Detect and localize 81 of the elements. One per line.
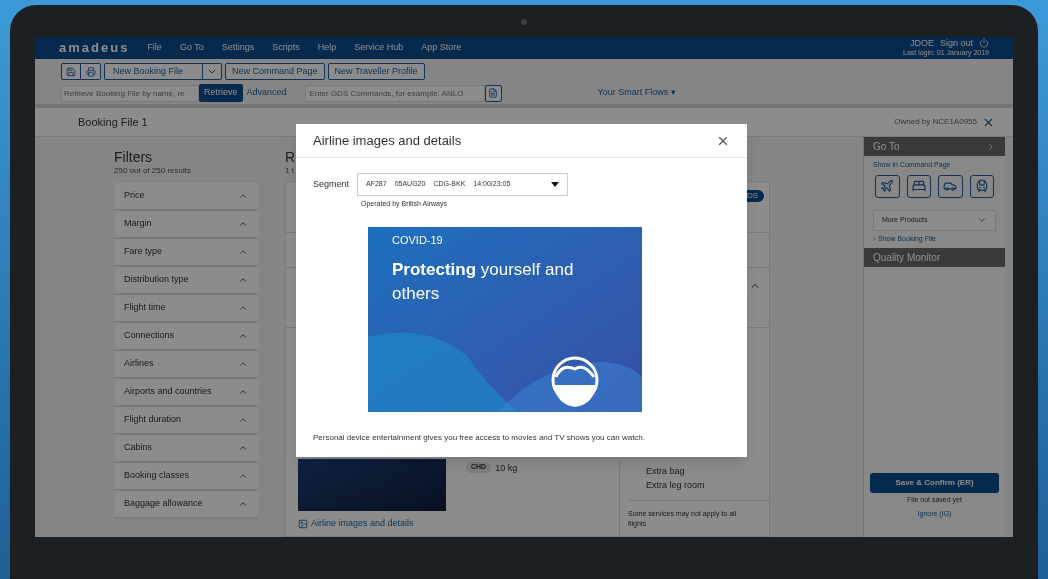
bed-icon (911, 179, 926, 193)
print-button[interactable] (81, 63, 101, 80)
service-item: Extra leg room (645, 479, 706, 492)
airline-images-link[interactable]: Airline images and details (298, 517, 446, 531)
filter-item[interactable]: Airlines (114, 351, 258, 379)
print-icon (85, 66, 96, 77)
chevron-up-icon (238, 219, 248, 229)
menu-item[interactable]: Service Hub (354, 41, 404, 55)
filter-item[interactable]: Baggage allowance (114, 491, 258, 519)
banner-tag: COVID-19 (392, 231, 618, 248)
caret-icon (551, 182, 560, 187)
chevron-up-icon (238, 303, 248, 313)
chevron-up-icon (238, 387, 248, 397)
filters-title: Filters (114, 149, 154, 165)
filter-item[interactable]: Connections (114, 323, 258, 351)
car-icon (943, 179, 958, 193)
segment-label: Segment (313, 177, 350, 191)
quality-monitor-header: Quality Monitor (864, 248, 1005, 267)
product-button[interactable] (969, 174, 994, 198)
filter-item[interactable]: Cabins (114, 435, 258, 463)
image-icon (298, 518, 308, 529)
product-button[interactable] (906, 174, 931, 198)
service-item: Extra bag (645, 465, 686, 478)
chevron-right-icon (871, 235, 878, 243)
chevron-right-icon (986, 141, 996, 152)
smart-flows-link[interactable]: Your Smart Flows ▾ (597, 86, 676, 100)
caret-icon (977, 215, 987, 225)
product-button[interactable] (875, 174, 900, 198)
menu-item[interactable]: Scripts (272, 41, 300, 55)
filter-item[interactable]: Price (114, 183, 258, 211)
menu-item[interactable]: App Store (421, 41, 462, 55)
modal-title: Airline images and details (313, 131, 462, 150)
toolbar-button[interactable]: New Command Page (225, 63, 325, 80)
save-icon-button[interactable] (61, 63, 81, 80)
power-icon[interactable] (979, 38, 989, 48)
filter-item[interactable]: Flight time (114, 295, 258, 323)
menu-item[interactable]: Settings (221, 41, 255, 55)
filter-item[interactable]: Fare type (114, 239, 258, 267)
product-button[interactable] (938, 174, 963, 198)
chevron-up-icon (238, 275, 248, 285)
command-field[interactable]: Enter GDS Commands, for example: ANLO (304, 84, 485, 102)
chevron-up-icon (238, 415, 248, 425)
chevron-up-icon (238, 191, 248, 201)
results-subtitle: 1 t (285, 165, 295, 177)
filter-item[interactable]: Airports and countries (114, 379, 258, 407)
menu-item[interactable]: Go To (179, 41, 204, 55)
results-count: 250 out of 250 results (114, 165, 192, 177)
toolbar-button[interactable]: New Traveller Profile (327, 63, 425, 80)
baggage-value: 10 kg (495, 462, 518, 475)
chevron-up-icon (238, 247, 248, 257)
filter-item[interactable]: Distribution type (114, 267, 258, 295)
camera-icon (521, 19, 527, 25)
logo: amadeus (59, 39, 130, 58)
new-booking-label: New Booking File (105, 64, 203, 79)
advanced-link[interactable]: Advanced (246, 86, 287, 100)
sign-out-link[interactable]: Sign out (939, 38, 973, 48)
menu-item[interactable]: File (147, 41, 162, 55)
owner-label: Owned by NCE1A0955 (894, 116, 977, 128)
document-icon (488, 88, 499, 98)
chevron-up-icon (238, 331, 248, 341)
new-booking-dropdown[interactable]: New Booking File (104, 63, 222, 80)
results-title: R (285, 149, 297, 165)
retrieve-button[interactable]: Retrieve (199, 84, 243, 102)
chevron-up-icon (238, 359, 248, 369)
modal-description: Personal device entertainment gives you free access to movies and TV shows you can watch. (313, 431, 647, 444)
chevron-up-icon (238, 471, 248, 481)
retrieve-field[interactable]: Retrieve Booking File by name, re (61, 84, 199, 102)
booking-file-tab[interactable]: Booking File 1 (78, 113, 148, 131)
menu-item[interactable]: Help (317, 41, 337, 55)
filter-item[interactable]: Booking classes (114, 463, 258, 491)
user-name: JDOE (909, 38, 934, 48)
chevron-up-icon (238, 499, 248, 509)
filter-item[interactable]: Margin (114, 211, 258, 239)
train-icon (974, 179, 989, 193)
chevron-up-icon (238, 443, 248, 453)
banner-headline: Protecting yourself and others (392, 259, 575, 305)
save-confirm-button[interactable]: Save & Confirm (ER) (870, 473, 999, 493)
filter-item[interactable]: Flight duration (114, 407, 258, 435)
go-to-header[interactable]: Go To (864, 137, 1005, 156)
save-icon (66, 66, 76, 77)
plane-icon (880, 179, 895, 193)
